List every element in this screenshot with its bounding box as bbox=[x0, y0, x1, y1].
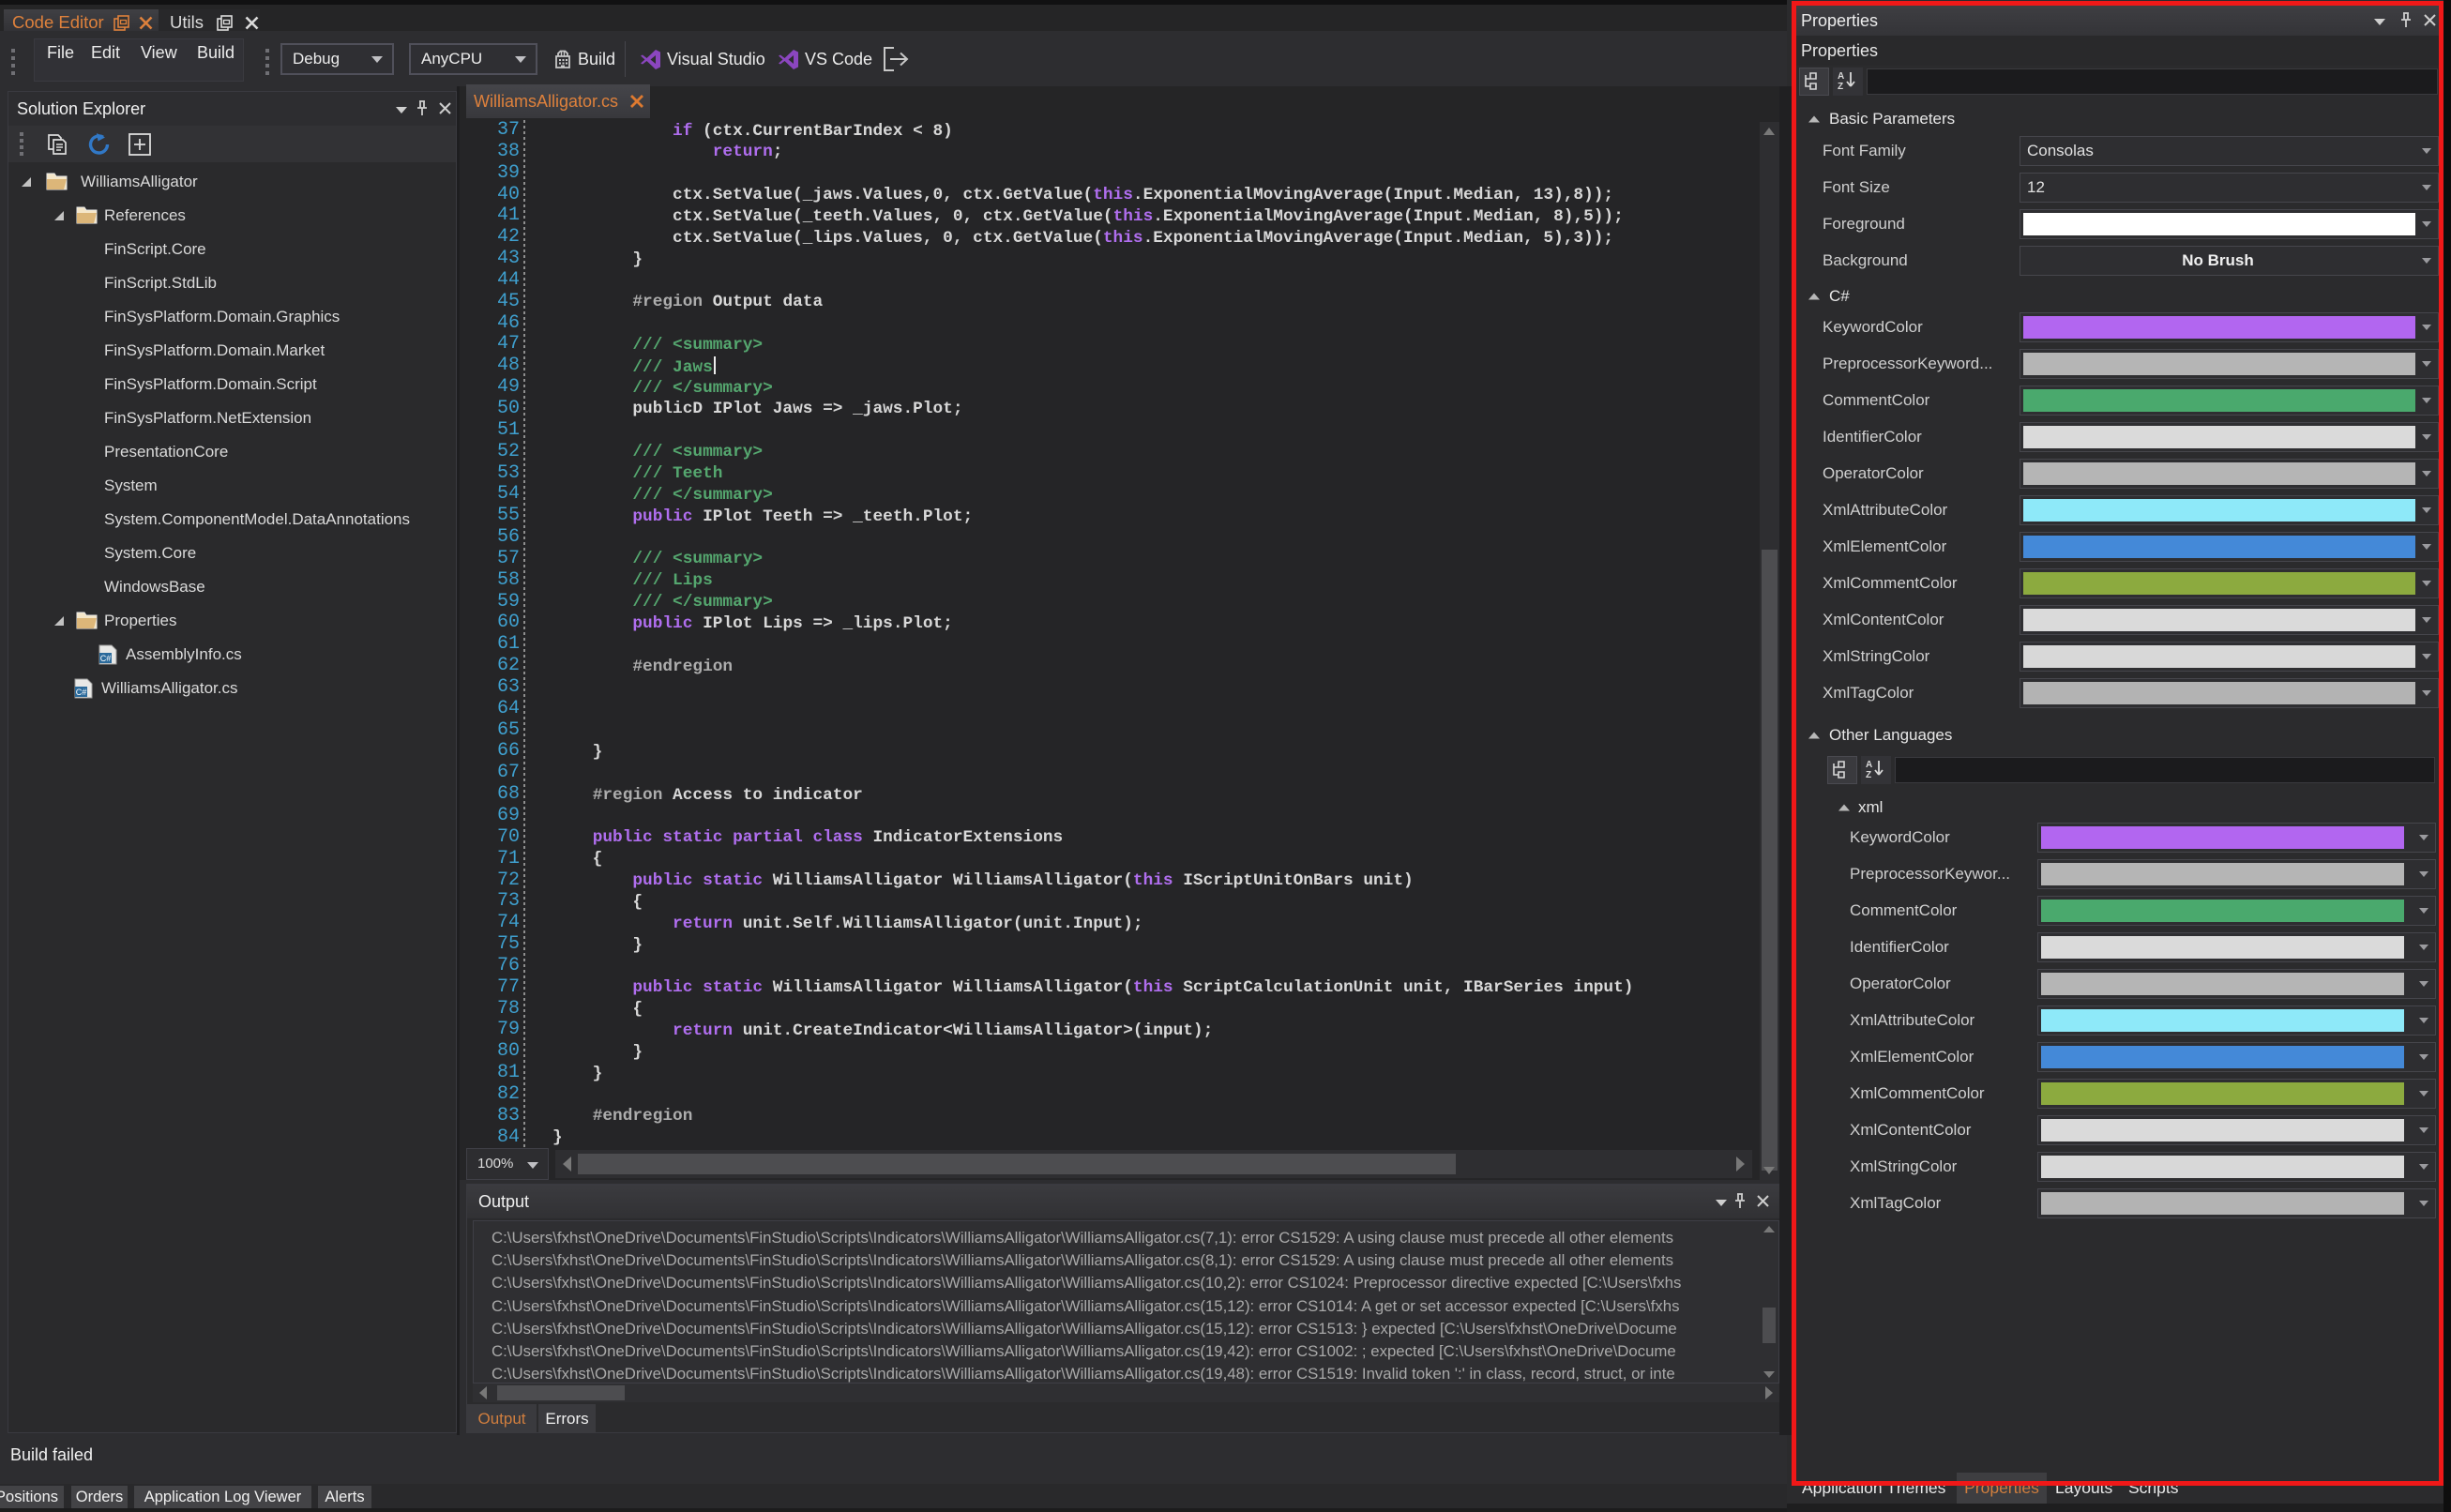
svg-text:C#: C# bbox=[76, 688, 87, 697]
svg-text:C#: C# bbox=[100, 654, 112, 663]
